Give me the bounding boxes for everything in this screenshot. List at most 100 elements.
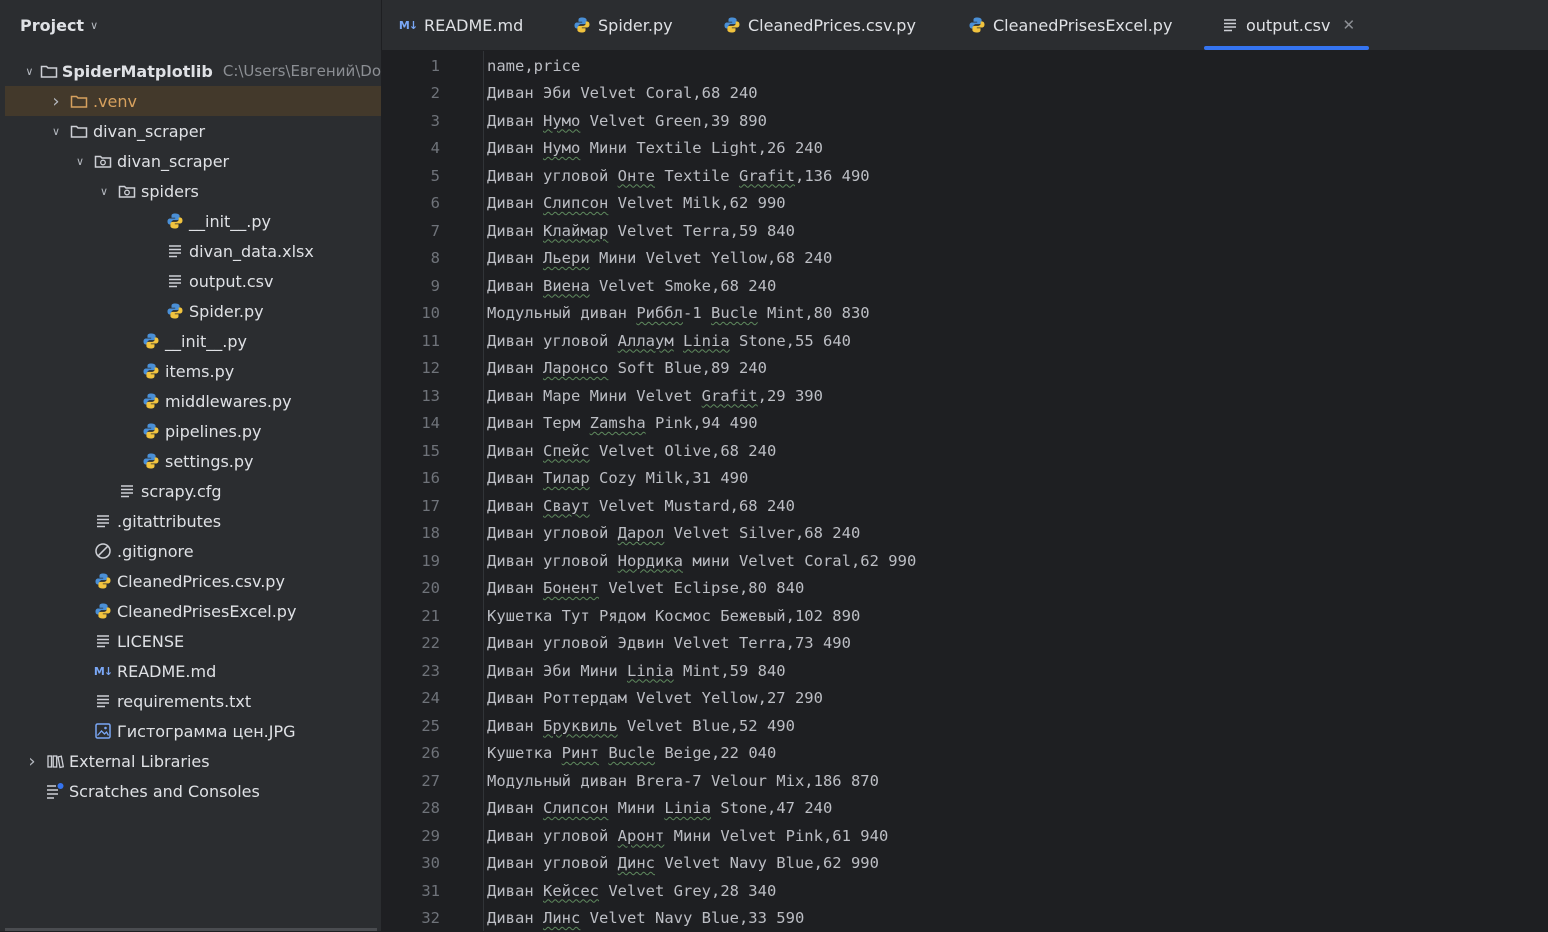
tab-cleanedprisesexcel-py[interactable]: CleanedPrisesExcel.py bbox=[967, 0, 1172, 50]
code-line[interactable]: 25 Диван Бруквиль Velvet Blue,52 490 bbox=[382, 712, 1548, 739]
tab-cleanedprices-csv-py[interactable]: CleanedPrices.csv.py bbox=[722, 0, 916, 50]
tree-item[interactable]: settings.py bbox=[5, 446, 381, 476]
code-line[interactable]: 10 Модульный диван Риббл-1 Bucle Mint,80 … bbox=[382, 300, 1548, 327]
code-line[interactable]: 3 Диван Нумо Velvet Green,39 890 bbox=[382, 107, 1548, 134]
code-line[interactable]: 30 Диван угловой Динс Velvet Navy Blue,62… bbox=[382, 850, 1548, 877]
tree-item[interactable]: › External Libraries bbox=[5, 746, 381, 776]
tree-item[interactable]: ∨ spiders bbox=[5, 176, 381, 206]
tree-item[interactable]: requirements.txt bbox=[5, 686, 381, 716]
root-path: C:\Users\Евгений\Do bbox=[222, 62, 381, 80]
tree-item[interactable]: ∨ divan_scraper bbox=[5, 146, 381, 176]
close-icon[interactable]: ✕ bbox=[1342, 16, 1355, 34]
tree-item[interactable]: middlewares.py bbox=[5, 386, 381, 416]
code-line[interactable]: 13 Диван Маре Мини Velvet Grafit,29 390 bbox=[382, 382, 1548, 409]
code-line[interactable]: 7 Диван Клаймар Velvet Terra,59 840 bbox=[382, 217, 1548, 244]
project-panel-header[interactable]: Project ∨ bbox=[0, 0, 381, 50]
tab-label: CleanedPrisesExcel.py bbox=[993, 15, 1173, 35]
markdown-icon: M↓ bbox=[93, 664, 113, 678]
code-editor[interactable]: 1 name,price 2 Диван Эби Velvet Coral,68 24… bbox=[382, 51, 1548, 931]
code-text: Диван Линс Velvet Navy Blue,33 590 bbox=[487, 909, 805, 927]
tab-label: Spider.py bbox=[598, 15, 673, 35]
code-line[interactable]: 28 Диван Слипсон Мини Linia Stone,47 240 bbox=[382, 795, 1548, 822]
code-line[interactable]: 27 Модульный диван Brera-7 Velour Mix,186… bbox=[382, 767, 1548, 794]
chevron-down-icon[interactable]: ∨ bbox=[25, 65, 34, 78]
code-line[interactable]: 5 Диван угловой Онте Textile Grafit,136 4… bbox=[382, 162, 1548, 189]
tree-item[interactable]: M↓ README.md bbox=[5, 656, 381, 686]
tree-item[interactable]: ∨ divan_scraper bbox=[5, 116, 381, 146]
tree-root[interactable]: ∨ SpiderMatplotlib C:\Users\Евгений\Do bbox=[5, 56, 381, 86]
tree-item[interactable]: Scratches and Consoles bbox=[5, 776, 381, 806]
tree-item[interactable]: __init__.py bbox=[5, 326, 381, 356]
code-line[interactable]: 29 Диван угловой Аронт Мини Velvet Pink,6… bbox=[382, 822, 1548, 849]
tree-item[interactable]: CleanedPrisesExcel.py bbox=[5, 596, 381, 626]
line-number: 9 bbox=[430, 276, 440, 295]
project-title: Project bbox=[20, 15, 85, 35]
code-line[interactable]: 31 Диван Кейсес Velvet Grey,28 340 bbox=[382, 877, 1548, 904]
scratch-icon bbox=[45, 781, 65, 801]
code-line[interactable]: 22 Диван угловой Эдвин Velvet Terra,73 49… bbox=[382, 630, 1548, 657]
line-number: 4 bbox=[430, 139, 440, 157]
code-line[interactable]: 23 Диван Эби Мини Linia Mint,59 840 bbox=[382, 657, 1548, 684]
text-file-icon bbox=[117, 481, 137, 501]
code-text: Диван Бруквиль Velvet Blue,52 490 bbox=[487, 716, 795, 735]
python-icon bbox=[165, 211, 185, 231]
tree-item[interactable]: items.py bbox=[5, 356, 381, 386]
tree-item[interactable]: Гистограмма цен.JPG bbox=[5, 716, 381, 746]
tab-output-csv[interactable]: output.csv ✕ bbox=[1204, 0, 1370, 50]
code-text: Кушетка Ринт Bucle Beige,22 040 bbox=[487, 744, 777, 762]
line-number: 14 bbox=[421, 414, 440, 432]
tree-item[interactable]: __init__.py bbox=[5, 206, 381, 236]
code-line[interactable]: 20 Диван Бонент Velvet Eclipse,80 840 bbox=[382, 575, 1548, 602]
tree-item[interactable]: LICENSE bbox=[5, 626, 381, 656]
code-line[interactable]: 18 Диван угловой Дарол Velvet Silver,68 2… bbox=[382, 520, 1548, 547]
markdown-icon: M↓ bbox=[398, 18, 418, 32]
chevron-down-icon[interactable]: ∨ bbox=[90, 19, 98, 32]
tree-item[interactable]: scrapy.cfg bbox=[5, 476, 381, 506]
tree-item[interactable]: divan_data.xlsx bbox=[5, 236, 381, 266]
tree-item[interactable]: pipelines.py bbox=[5, 416, 381, 446]
line-number: 7 bbox=[430, 221, 440, 240]
chevron-down-icon[interactable]: ∨ bbox=[97, 185, 111, 198]
code-line[interactable]: 15 Диван Спейс Velvet Olive,68 240 bbox=[382, 437, 1548, 464]
tab-label: output.csv bbox=[1246, 15, 1331, 35]
code-line[interactable]: 4 Диван Нумо Мини Textile Light,26 240 bbox=[382, 135, 1548, 162]
line-number: 27 bbox=[421, 771, 440, 790]
tree-item[interactable]: .gitattributes bbox=[5, 506, 381, 536]
code-line[interactable]: 11 Диван угловой Аллаум Linia Stone,55 64… bbox=[382, 327, 1548, 354]
code-line[interactable]: 16 Диван Тилар Cozy Milk,31 490 bbox=[382, 465, 1548, 492]
tree-item[interactable]: Spider.py bbox=[5, 296, 381, 326]
folder-icon bbox=[69, 91, 89, 111]
code-line[interactable]: 1 name,price bbox=[382, 52, 1548, 79]
code-line[interactable]: 9 Диван Виена Velvet Smoke,68 240 bbox=[382, 272, 1548, 299]
code-line[interactable]: 21 Кушетка Тут Рядом Космос Бежевый,102 8… bbox=[382, 602, 1548, 629]
code-line[interactable]: 12 Диван Ларонсо Soft Blue,89 240 bbox=[382, 355, 1548, 382]
tree-item[interactable]: CleanedPrices.csv.py bbox=[5, 566, 381, 596]
code-line[interactable]: 2 Диван Эби Velvet Coral,68 240 bbox=[382, 80, 1548, 107]
python-icon bbox=[967, 15, 987, 35]
tree-item-label: settings.py bbox=[165, 451, 254, 471]
code-line[interactable]: 32 Диван Линс Velvet Navy Blue,33 590 bbox=[382, 905, 1548, 932]
code-line[interactable]: 24 Диван Роттердам Velvet Yellow,27 290 bbox=[382, 685, 1548, 712]
chevron-right-icon[interactable]: › bbox=[25, 751, 39, 772]
chevron-down-icon[interactable]: ∨ bbox=[73, 155, 87, 168]
tab-spider-py[interactable]: Spider.py bbox=[572, 0, 673, 50]
tab-readme-md[interactable]: M↓ README.md bbox=[398, 0, 523, 50]
code-line[interactable]: 26 Кушетка Ринт Bucle Beige,22 040 bbox=[382, 740, 1548, 767]
code-line[interactable]: 6 Диван Слипсон Velvet Milk,62 990 bbox=[382, 190, 1548, 217]
tree-item-label: .venv bbox=[93, 91, 138, 111]
chevron-right-icon[interactable]: › bbox=[49, 91, 63, 112]
code-line[interactable]: 17 Диван Сваут Velvet Mustard,68 240 bbox=[382, 492, 1548, 519]
line-number: 19 bbox=[421, 551, 440, 570]
tree-item[interactable]: › .venv bbox=[5, 86, 381, 116]
code-line[interactable]: 8 Диван Льери Мини Velvet Yellow,68 240 bbox=[382, 245, 1548, 272]
code-text: Диван Нумо Мини Textile Light,26 240 bbox=[487, 139, 823, 157]
tree-item-label: CleanedPrices.csv.py bbox=[117, 571, 285, 591]
line-number: 21 bbox=[421, 606, 440, 625]
chevron-down-icon[interactable]: ∨ bbox=[49, 125, 63, 138]
package-icon bbox=[93, 151, 113, 171]
tree-item[interactable]: .gitignore bbox=[5, 536, 381, 566]
code-line[interactable]: 14 Диван Терм Zamsha Pink,94 490 bbox=[382, 410, 1548, 437]
tree-item[interactable]: output.csv bbox=[5, 266, 381, 296]
tree-item-label: External Libraries bbox=[69, 751, 210, 771]
code-line[interactable]: 19 Диван угловой Нордика мини Velvet Cora… bbox=[382, 547, 1548, 574]
